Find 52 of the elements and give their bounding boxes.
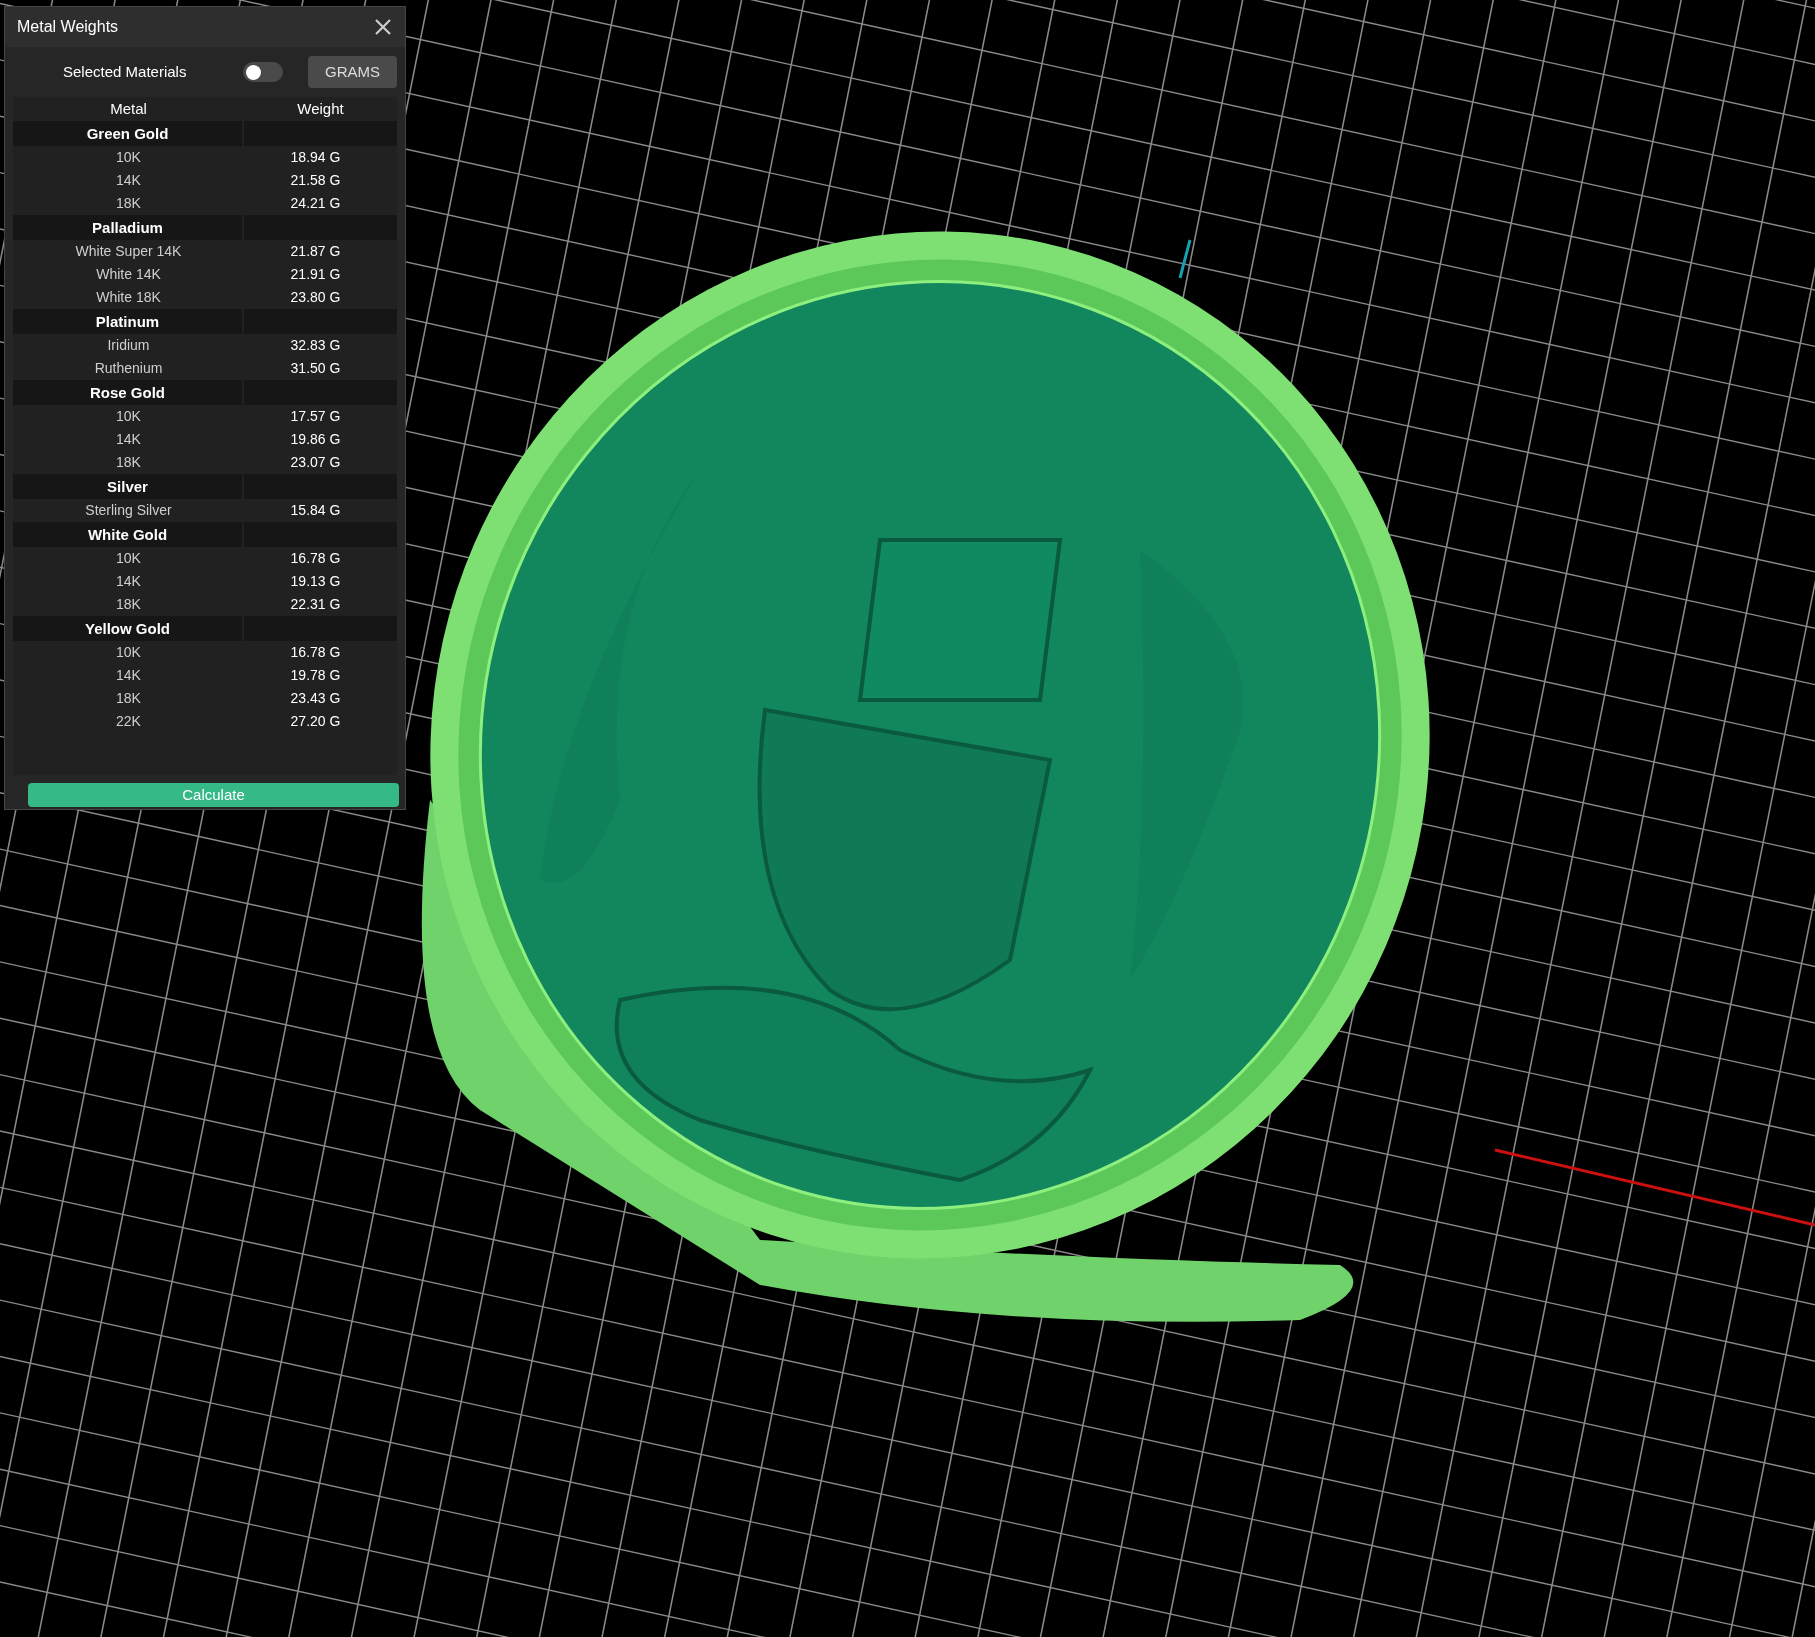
metal-name-cell-text: White Super 14K [74, 242, 183, 261]
weight-cell-text: 19.13 G [289, 572, 342, 591]
metal-name-cell-text: 18K [115, 689, 142, 708]
weight-cell-text: 24.21 G [289, 194, 342, 213]
group-header: Green Gold [13, 121, 242, 146]
group-header: Platinum [13, 309, 242, 334]
metal-name-cell-text: 14K [115, 666, 142, 685]
group-header: Rose Gold [13, 380, 242, 405]
weight-cell-text: 21.87 G [289, 242, 342, 261]
close-icon[interactable] [373, 17, 393, 37]
metal-name-cell-text: 22K [115, 712, 142, 731]
grams-button[interactable]: GRAMS [308, 56, 397, 88]
metal-name-cell-text: Iridium [106, 336, 151, 355]
toggle-label: Selected Materials [63, 61, 188, 82]
column-header: Weight [296, 98, 345, 119]
weight-cell-text: 22.31 G [289, 595, 342, 614]
panel-title: Metal Weights [17, 17, 119, 37]
metal-name-cell-text: 10K [115, 148, 142, 167]
weight-cell-text: 31.50 G [289, 359, 342, 378]
metal-name-cell-text: Sterling Silver [84, 501, 173, 520]
weight-cell-text: 19.78 G [289, 666, 342, 685]
metal-name-cell-text: White 18K [95, 288, 162, 307]
group-header: Palladium [13, 215, 242, 240]
weight-cell-text: 16.78 G [289, 549, 342, 568]
group-header: White Gold [13, 522, 242, 547]
metal-name-cell-text: 18K [115, 194, 142, 213]
group-header: Silver [13, 474, 242, 499]
weight-cell-text: 21.91 G [289, 265, 342, 284]
weight-cell-text: 23.80 G [289, 288, 342, 307]
weight-cell-text: 17.57 G [289, 407, 342, 426]
metal-name-cell-text: 14K [115, 430, 142, 449]
metal-name-cell-text: Ruthenium [93, 359, 164, 378]
toggle-switch[interactable] [243, 62, 283, 82]
metal-name-cell-text: 10K [115, 549, 142, 568]
weight-cell-text: 27.20 G [289, 712, 342, 731]
weight-cell-text: 23.07 G [289, 453, 342, 472]
metal-name-cell-text: 18K [115, 595, 142, 614]
metal-name-cell-text: 14K [115, 171, 142, 190]
weight-cell-text: 15.84 G [289, 501, 342, 520]
metal-name-cell-text: 10K [115, 407, 142, 426]
metal-name-cell-text: White 14K [95, 265, 162, 284]
metal-name-cell-text: 10K [115, 643, 142, 662]
column-header: Metal [109, 98, 148, 119]
weight-cell-text: 21.58 G [289, 171, 342, 190]
weight-cell-text: 18.94 G [289, 148, 342, 167]
weight-cell-text: 19.86 G [289, 430, 342, 449]
weight-cell-text: 16.78 G [289, 643, 342, 662]
weight-cell-text: 23.43 G [289, 689, 342, 708]
group-header: Yellow Gold [13, 616, 242, 641]
metal-name-cell-text: 14K [115, 572, 142, 591]
metal-name-cell-text: 18K [115, 453, 142, 472]
weight-cell-text: 32.83 G [289, 336, 342, 355]
